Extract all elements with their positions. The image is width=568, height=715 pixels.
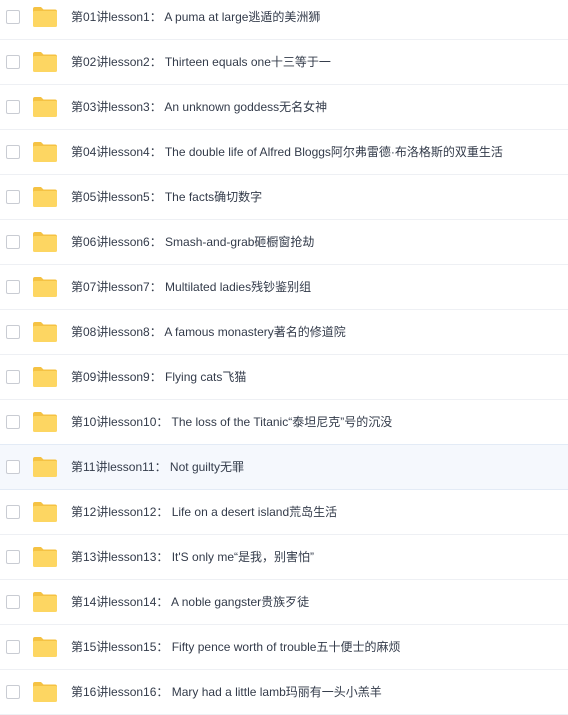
file-name[interactable]: 第09讲lesson9： Flying cats飞猫: [71, 369, 246, 385]
file-name[interactable]: 第04讲lesson4： The double life of Alfred B…: [71, 144, 503, 160]
list-item[interactable]: 第03讲lesson3： An unknown goddess无名女神: [0, 85, 568, 130]
folder-icon: [32, 411, 58, 433]
row-checkbox[interactable]: [6, 325, 20, 339]
list-item[interactable]: 第04讲lesson4： The double life of Alfred B…: [0, 130, 568, 175]
folder-icon: [32, 681, 58, 703]
file-name[interactable]: 第15讲lesson15： Fifty pence worth of troub…: [71, 639, 400, 655]
file-name[interactable]: 第02讲lesson2： Thirteen equals one十三等于一: [71, 54, 331, 70]
list-item[interactable]: 第08讲lesson8： A famous monastery著名的修道院: [0, 310, 568, 355]
folder-icon: [32, 6, 58, 28]
row-checkbox[interactable]: [6, 685, 20, 699]
folder-icon: [32, 231, 58, 253]
file-name[interactable]: 第12讲lesson12： Life on a desert island荒岛生…: [71, 504, 337, 520]
folder-icon: [32, 321, 58, 343]
row-checkbox[interactable]: [6, 595, 20, 609]
folder-icon: [32, 51, 58, 73]
list-item-selected[interactable]: 第11讲lesson11： Not guilty无罪: [0, 444, 568, 490]
row-checkbox[interactable]: [6, 460, 20, 474]
file-name[interactable]: 第05讲lesson5： The facts确切数字: [71, 189, 262, 205]
list-item[interactable]: 第05讲lesson5： The facts确切数字: [0, 175, 568, 220]
file-name[interactable]: 第08讲lesson8： A famous monastery著名的修道院: [71, 324, 346, 340]
row-checkbox[interactable]: [6, 415, 20, 429]
row-checkbox[interactable]: [6, 100, 20, 114]
list-item[interactable]: 第09讲lesson9： Flying cats飞猫: [0, 355, 568, 400]
file-name[interactable]: 第06讲lesson6： Smash-and-grab砸橱窗抢劫: [71, 234, 314, 250]
file-name[interactable]: 第11讲lesson11： Not guilty无罪: [71, 459, 244, 475]
file-list: 第01讲lesson1： A puma at large逃遁的美洲狮 第02讲l…: [0, 0, 568, 715]
file-name[interactable]: 第01讲lesson1： A puma at large逃遁的美洲狮: [71, 9, 320, 25]
folder-icon: [32, 276, 58, 298]
row-checkbox[interactable]: [6, 145, 20, 159]
folder-icon: [32, 636, 58, 658]
list-item[interactable]: 第06讲lesson6： Smash-and-grab砸橱窗抢劫: [0, 220, 568, 265]
list-item[interactable]: 第12讲lesson12： Life on a desert island荒岛生…: [0, 490, 568, 535]
list-item[interactable]: 第01讲lesson1： A puma at large逃遁的美洲狮: [0, 0, 568, 40]
row-checkbox[interactable]: [6, 640, 20, 654]
row-checkbox[interactable]: [6, 190, 20, 204]
folder-icon: [32, 591, 58, 613]
folder-icon: [32, 186, 58, 208]
list-item[interactable]: 第07讲lesson7： Multilated ladies残钞鉴别组: [0, 265, 568, 310]
file-name[interactable]: 第16讲lesson16： Mary had a little lamb玛丽有一…: [71, 684, 382, 700]
row-checkbox[interactable]: [6, 550, 20, 564]
folder-icon: [32, 501, 58, 523]
file-name[interactable]: 第03讲lesson3： An unknown goddess无名女神: [71, 99, 327, 115]
folder-icon: [32, 141, 58, 163]
row-checkbox[interactable]: [6, 370, 20, 384]
file-name[interactable]: 第10讲lesson10： The loss of the Titanic“泰坦…: [71, 414, 392, 430]
folder-icon: [32, 366, 58, 388]
folder-icon: [32, 456, 58, 478]
list-item[interactable]: 第02讲lesson2： Thirteen equals one十三等于一: [0, 40, 568, 85]
file-name[interactable]: 第13讲lesson13： It'S only me“是我，别害怕”: [71, 549, 314, 565]
row-checkbox[interactable]: [6, 55, 20, 69]
row-checkbox[interactable]: [6, 280, 20, 294]
list-item[interactable]: 第10讲lesson10： The loss of the Titanic“泰坦…: [0, 400, 568, 445]
file-name[interactable]: 第07讲lesson7： Multilated ladies残钞鉴别组: [71, 279, 311, 295]
list-item[interactable]: 第13讲lesson13： It'S only me“是我，别害怕”: [0, 535, 568, 580]
folder-icon: [32, 546, 58, 568]
list-item[interactable]: 第15讲lesson15： Fifty pence worth of troub…: [0, 625, 568, 670]
list-item[interactable]: 第14讲lesson14： A noble gangster贵族歹徒: [0, 580, 568, 625]
file-name[interactable]: 第14讲lesson14： A noble gangster贵族歹徒: [71, 594, 309, 610]
folder-icon: [32, 96, 58, 118]
row-checkbox[interactable]: [6, 235, 20, 249]
list-item[interactable]: 第16讲lesson16： Mary had a little lamb玛丽有一…: [0, 670, 568, 715]
row-checkbox[interactable]: [6, 10, 20, 24]
row-checkbox[interactable]: [6, 505, 20, 519]
